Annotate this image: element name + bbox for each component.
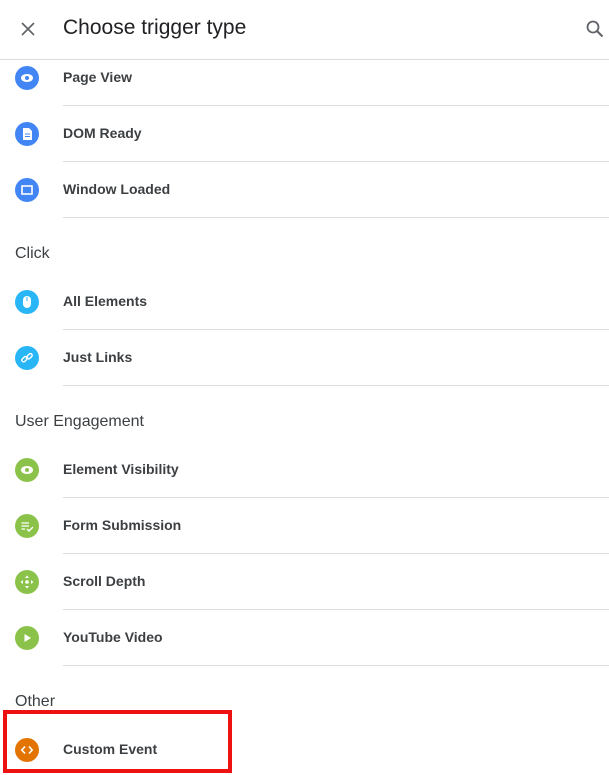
section-title-user-engagement: User Engagement — [15, 413, 144, 430]
trigger-item-dom-ready[interactable]: DOM Ready — [0, 106, 609, 162]
window-icon — [15, 178, 39, 202]
trigger-label: DOM Ready — [63, 125, 142, 141]
trigger-item-form-submission[interactable]: Form Submission — [0, 498, 609, 554]
section-title-other: Other — [15, 693, 56, 710]
trigger-label: Custom Event — [63, 741, 158, 757]
search-button[interactable] — [581, 15, 609, 43]
trigger-label: All Elements — [63, 293, 148, 309]
play-icon — [15, 626, 39, 650]
trigger-item-scroll-depth[interactable]: Scroll Depth — [0, 554, 609, 610]
eye-icon — [15, 458, 39, 482]
trigger-item-custom-event[interactable]: Custom Event — [0, 722, 609, 775]
search-icon — [586, 20, 604, 38]
trigger-label: YouTube Video — [63, 629, 163, 645]
trigger-item-element-visibility[interactable]: Element Visibility — [0, 442, 609, 498]
trigger-label: Element Visibility — [63, 461, 179, 477]
trigger-item-youtube-video[interactable]: YouTube Video — [0, 610, 609, 666]
section-title-click: Click — [15, 245, 50, 262]
close-icon — [21, 22, 35, 36]
trigger-label: Scroll Depth — [63, 573, 146, 589]
trigger-item-page-view[interactable]: Page View — [0, 50, 609, 106]
close-button[interactable] — [14, 15, 42, 43]
trigger-label: Page View — [63, 69, 133, 85]
document-icon — [15, 122, 39, 146]
trigger-item-all-elements[interactable]: All Elements — [0, 274, 609, 330]
divider — [63, 385, 609, 386]
trigger-label: Form Submission — [63, 517, 182, 533]
page-title: Choose trigger type — [63, 16, 247, 39]
trigger-item-window-loaded[interactable]: Window Loaded — [0, 162, 609, 218]
divider — [63, 665, 609, 666]
form-check-icon — [15, 514, 39, 538]
mouse-icon — [15, 290, 39, 314]
trigger-item-just-links[interactable]: Just Links — [0, 330, 609, 386]
code-icon — [15, 738, 39, 762]
divider — [63, 217, 609, 218]
trigger-label: Window Loaded — [63, 181, 171, 197]
trigger-label: Just Links — [63, 349, 133, 365]
move-icon — [15, 570, 39, 594]
link-icon — [15, 346, 39, 370]
eye-icon — [15, 66, 39, 90]
